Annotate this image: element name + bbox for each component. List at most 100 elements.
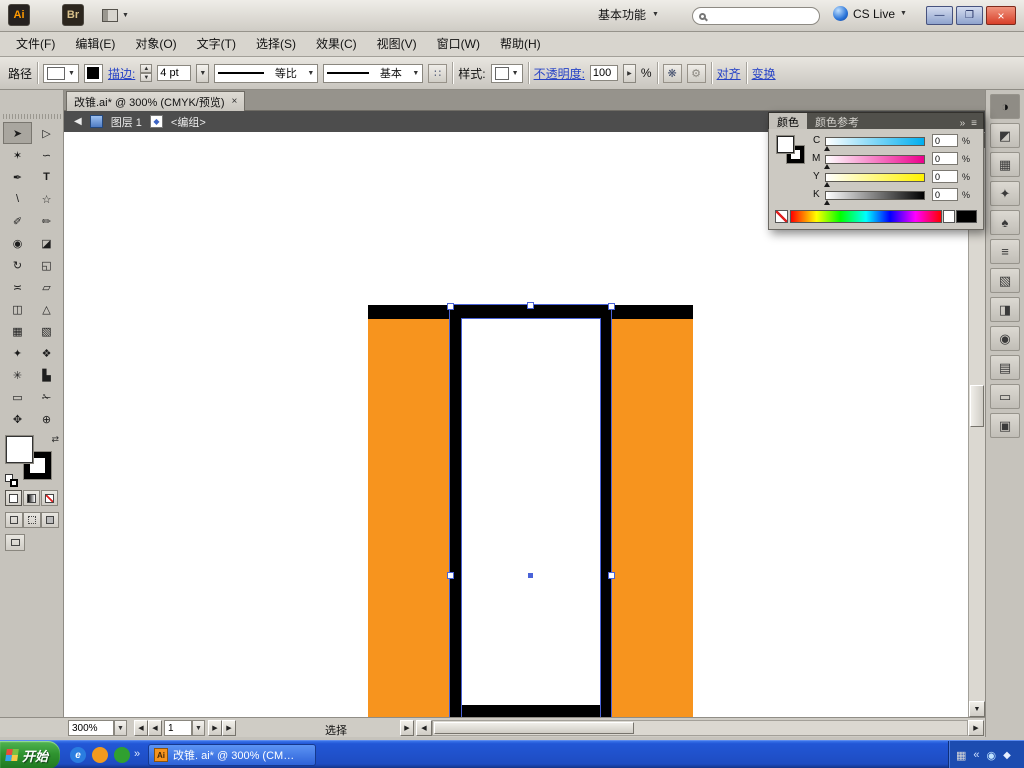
- tray-status-icon[interactable]: ◉: [987, 749, 997, 762]
- tool-direct-selection[interactable]: ▷: [32, 122, 61, 144]
- status-menu-button[interactable]: ▶: [400, 720, 414, 736]
- zoom-control[interactable]: [68, 720, 114, 736]
- tray-device-icon[interactable]: ◆: [1003, 750, 1011, 761]
- menu-item-effect[interactable]: 效果(C): [306, 32, 367, 56]
- selection-center-point[interactable]: [528, 573, 533, 578]
- zoom-input[interactable]: [72, 723, 104, 734]
- color-mode-button[interactable]: [5, 490, 22, 506]
- artwork-orange-right[interactable]: [612, 306, 693, 717]
- close-button[interactable]: ×: [986, 6, 1016, 25]
- panel-menu-icon[interactable]: ≡: [969, 118, 983, 129]
- cyan-value-input[interactable]: [932, 134, 958, 147]
- prev-artboard-button[interactable]: ◀: [148, 720, 162, 736]
- stroke-panel-link[interactable]: 描边:: [108, 65, 135, 82]
- menu-item-file[interactable]: 文件(F): [6, 32, 65, 56]
- tool-artboard[interactable]: ▭: [3, 386, 32, 408]
- transform-panel-link[interactable]: 变换: [752, 65, 776, 82]
- artboard-dropdown-icon[interactable]: ▼: [192, 720, 205, 736]
- tool-perspective-grid[interactable]: △: [32, 298, 61, 320]
- gradient-mode-button[interactable]: [23, 490, 40, 506]
- artboard-navigation[interactable]: [164, 720, 192, 736]
- menu-item-window[interactable]: 窗口(W): [427, 32, 490, 56]
- draw-inside-button[interactable]: [41, 512, 59, 528]
- selection-handle-mid-right[interactable]: [608, 572, 615, 579]
- quick-launch-icon-3[interactable]: [114, 747, 130, 763]
- vertical-scroll-thumb[interactable]: [970, 385, 984, 427]
- recolor-artwork-icon[interactable]: ❋: [663, 64, 682, 83]
- artwork-orange-left[interactable]: [368, 306, 450, 717]
- panel-icon-artboards[interactable]: ▭: [990, 384, 1020, 409]
- tool-blend[interactable]: ❖: [32, 342, 61, 364]
- yellow-value-input[interactable]: [932, 170, 958, 183]
- style-select[interactable]: ▼: [491, 64, 523, 83]
- search-box[interactable]: [692, 7, 820, 25]
- tool-mesh[interactable]: ▦: [3, 320, 32, 342]
- first-artboard-button[interactable]: ◀: [134, 720, 148, 736]
- swap-fill-stroke-icon[interactable]: ⇄: [51, 434, 59, 445]
- default-stroke-mini-icon[interactable]: [10, 479, 18, 487]
- breadcrumb-layer-label[interactable]: 图层 1: [111, 114, 142, 130]
- opacity-input[interactable]: [590, 65, 618, 81]
- stroke-weight-input[interactable]: [157, 65, 191, 81]
- zoom-dropdown-icon[interactable]: ▼: [114, 720, 127, 736]
- menu-item-view[interactable]: 视图(V): [367, 32, 427, 56]
- opacity-slider-icon[interactable]: ▶: [623, 64, 636, 83]
- panel-icon-appearance[interactable]: ◉: [990, 326, 1020, 351]
- document-tab[interactable]: 改锥.ai* @ 300% (CMYK/预览) ×: [66, 91, 245, 111]
- menu-item-object[interactable]: 对象(O): [125, 32, 186, 56]
- color-spectrum-bar[interactable]: [790, 210, 942, 223]
- panel-fill-proxy[interactable]: [777, 136, 794, 153]
- cyan-slider-thumb[interactable]: [824, 146, 830, 151]
- horizontal-scroll-thumb[interactable]: [434, 722, 634, 734]
- draw-normal-button[interactable]: [5, 512, 23, 528]
- selection-handle-mid-left[interactable]: [447, 572, 454, 579]
- selection-handle-top-left[interactable]: [447, 303, 454, 310]
- tool-column-graph[interactable]: ▙: [32, 364, 61, 386]
- tool-slice[interactable]: ✁: [32, 386, 61, 408]
- quick-launch-icon-2[interactable]: [92, 747, 108, 763]
- tool-scale[interactable]: ◱: [32, 254, 61, 276]
- tab-color-guide[interactable]: 颜色参考: [807, 113, 867, 129]
- menu-item-select[interactable]: 选择(S): [246, 32, 306, 56]
- black-slider-track[interactable]: [825, 191, 925, 200]
- tab-color[interactable]: 颜色: [769, 113, 807, 129]
- artboard-number-input[interactable]: [168, 723, 186, 734]
- black-value-input[interactable]: [932, 188, 958, 201]
- start-button[interactable]: 开始: [0, 741, 60, 768]
- panel-icon-gradient[interactable]: ▧: [990, 268, 1020, 293]
- workspace-switcher[interactable]: 基本功能 ▼: [598, 6, 659, 23]
- tool-symbol-sprayer[interactable]: ✳: [3, 364, 32, 386]
- stepper-up-icon[interactable]: ▲: [140, 64, 152, 73]
- menu-item-help[interactable]: 帮助(H): [490, 32, 551, 56]
- scroll-right-button[interactable]: ▶: [968, 720, 984, 736]
- bridge-icon[interactable]: Br: [62, 4, 84, 26]
- screen-mode-button[interactable]: [5, 534, 25, 551]
- panel-icon-graphic-styles[interactable]: ▤: [990, 355, 1020, 380]
- search-input[interactable]: [710, 10, 813, 22]
- panel-icon-swatches[interactable]: ▦: [990, 152, 1020, 177]
- stroke-weight-dropdown-icon[interactable]: ▼: [196, 64, 209, 83]
- none-color-swatch[interactable]: [775, 210, 788, 223]
- tool-star-shape[interactable]: ☆: [32, 188, 61, 210]
- next-artboard-button[interactable]: ▶: [208, 720, 222, 736]
- width-profile-select[interactable]: 等比 ▼: [214, 64, 318, 83]
- tool-eraser[interactable]: ◪: [32, 232, 61, 254]
- live-trace-icon[interactable]: ⚙: [687, 64, 706, 83]
- draw-behind-button[interactable]: [23, 512, 41, 528]
- stepper-down-icon[interactable]: ▼: [140, 73, 152, 82]
- quick-launch-overflow-icon[interactable]: »: [134, 748, 140, 760]
- white-swatch[interactable]: [943, 210, 955, 223]
- align-panel-link[interactable]: 对齐: [717, 65, 741, 82]
- arrange-documents-icon[interactable]: [102, 9, 118, 22]
- tool-gradient[interactable]: ▧: [32, 320, 61, 342]
- horizontal-scrollbar[interactable]: [432, 720, 968, 736]
- panel-icon-symbols[interactable]: ♠: [990, 210, 1020, 235]
- breadcrumb-group-label[interactable]: <编组>: [171, 114, 206, 130]
- tool-line-segment[interactable]: \: [3, 188, 32, 210]
- fill-proxy-swatch[interactable]: [6, 436, 33, 463]
- panel-icon-transparency[interactable]: ◨: [990, 297, 1020, 322]
- tool-pen[interactable]: ✒: [3, 166, 32, 188]
- brush-options-icon[interactable]: ∷: [428, 64, 447, 83]
- minimize-button[interactable]: —: [926, 6, 953, 25]
- tool-width[interactable]: ≍: [3, 276, 32, 298]
